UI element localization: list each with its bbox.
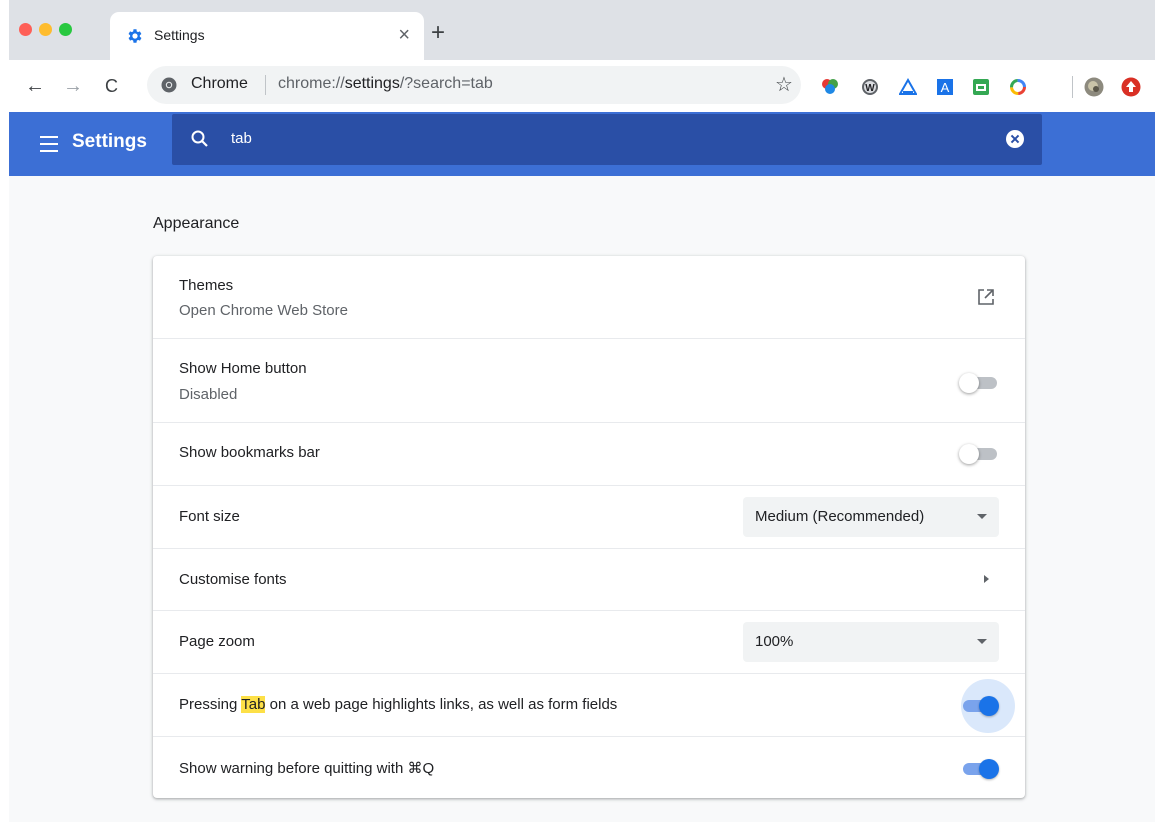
translate-a-icon[interactable]: A — [936, 78, 954, 96]
tab-settings[interactable]: Settings × — [110, 12, 424, 60]
themes-label: Themes — [179, 277, 234, 294]
tab-highlight-toggle[interactable] — [959, 696, 999, 716]
menu-icon[interactable] — [40, 136, 58, 152]
toolbar-divider — [1072, 76, 1073, 98]
home-button-toggle[interactable] — [959, 373, 999, 393]
tab-strip: Settings × + — [9, 0, 1155, 60]
url-suffix: /?search=tab — [399, 75, 493, 92]
external-link-icon[interactable] — [977, 288, 995, 306]
quit-warning-row: Show warning before quitting with ⌘Q — [153, 736, 1025, 798]
url-host: settings — [344, 75, 400, 92]
chrome-logo-icon — [161, 77, 177, 93]
search-icon — [191, 130, 208, 147]
label-before: Pressing — [179, 696, 242, 713]
address-bar[interactable]: Chrome chrome://settings/?search=tab — [147, 66, 801, 104]
tab-highlight-label: Pressing Tab on a web page highlights li… — [179, 696, 617, 713]
tab-title: Settings — [154, 27, 205, 43]
page-zoom-value: 100% — [755, 633, 794, 650]
clear-search-icon[interactable] — [1006, 130, 1024, 148]
font-size-select[interactable]: Medium (Recommended) — [743, 497, 999, 537]
window-minimize-button[interactable] — [39, 23, 52, 36]
drive-triangle-icon[interactable] — [899, 78, 917, 96]
home-button-sublabel: Disabled — [179, 386, 238, 403]
red-up-arrow-icon[interactable] — [1121, 77, 1141, 97]
home-button-row: Show Home button Disabled — [153, 338, 1025, 422]
back-arrow-icon[interactable]: ← — [25, 72, 45, 100]
quit-warning-toggle[interactable] — [959, 759, 999, 779]
settings-content: Appearance Themes Open Chrome Web Store … — [9, 176, 1155, 822]
avatar-icon[interactable] — [1084, 77, 1104, 97]
search-match-highlight: Tab — [241, 696, 266, 713]
home-button-label: Show Home button — [179, 360, 307, 377]
browser-toolbar: ← → C Chrome chrome://settings/?search=t… — [9, 60, 1155, 112]
section-title-appearance: Appearance — [153, 215, 240, 232]
font-size-value: Medium (Recommended) — [755, 508, 925, 525]
window-close-button[interactable] — [19, 23, 32, 36]
themes-sublabel: Open Chrome Web Store — [179, 302, 348, 319]
dropdown-arrow-icon — [977, 514, 987, 519]
omnibox-divider — [265, 75, 266, 95]
quit-warning-label: Show warning before quitting with ⌘Q — [179, 760, 435, 777]
page-title: Settings — [72, 131, 147, 152]
customise-fonts-label: Customise fonts — [179, 571, 287, 588]
themes-row[interactable]: Themes Open Chrome Web Store — [153, 256, 1025, 338]
ring-color-icon[interactable] — [1009, 78, 1027, 96]
search-input[interactable]: tab — [172, 114, 1042, 165]
page-zoom-select[interactable]: 100% — [743, 622, 999, 662]
search-query-text[interactable]: tab — [231, 130, 252, 147]
bookmark-star-icon[interactable]: ☆ — [775, 72, 793, 98]
gear-icon — [128, 29, 142, 43]
customise-fonts-row[interactable]: Customise fonts — [153, 548, 1025, 610]
bookmarks-bar-toggle[interactable] — [959, 444, 999, 464]
page-zoom-row: Page zoom 100% — [153, 610, 1025, 673]
url-prefix: chrome:// — [278, 75, 345, 92]
font-size-row: Font size Medium (Recommended) — [153, 485, 1025, 548]
bookmarks-bar-row: Show bookmarks bar — [153, 422, 1025, 485]
bookmarks-bar-label: Show bookmarks bar — [179, 444, 320, 461]
appearance-card: Themes Open Chrome Web Store Show Home b… — [153, 256, 1025, 798]
forward-arrow-icon[interactable]: → — [63, 72, 83, 100]
chevron-right-icon — [984, 575, 989, 583]
settings-header: Settings tab — [9, 112, 1155, 176]
green-printer-icon[interactable] — [972, 78, 990, 96]
svg-text:A: A — [941, 80, 950, 95]
page-zoom-label: Page zoom — [179, 633, 255, 650]
font-size-label: Font size — [179, 508, 240, 525]
color-extension-icon[interactable] — [821, 78, 839, 96]
tab-highlight-row: Pressing Tab on a web page highlights li… — [153, 673, 1025, 736]
close-icon[interactable]: × — [398, 23, 410, 47]
dropdown-arrow-icon — [977, 639, 987, 644]
new-tab-button[interactable]: + — [431, 19, 445, 47]
reload-icon[interactable]: C — [105, 72, 118, 100]
browser-window: Settings × + ← → C Chrome chrome://setti… — [9, 0, 1155, 822]
label-after: on a web page highlights links, as well … — [265, 696, 618, 713]
svg-text:W: W — [865, 83, 875, 94]
omnibox-url: chrome://settings/?search=tab — [278, 75, 493, 93]
w-extension-icon[interactable]: W — [861, 78, 879, 96]
window-maximize-button[interactable] — [59, 23, 72, 36]
omnibox-site-label: Chrome — [191, 75, 248, 92]
